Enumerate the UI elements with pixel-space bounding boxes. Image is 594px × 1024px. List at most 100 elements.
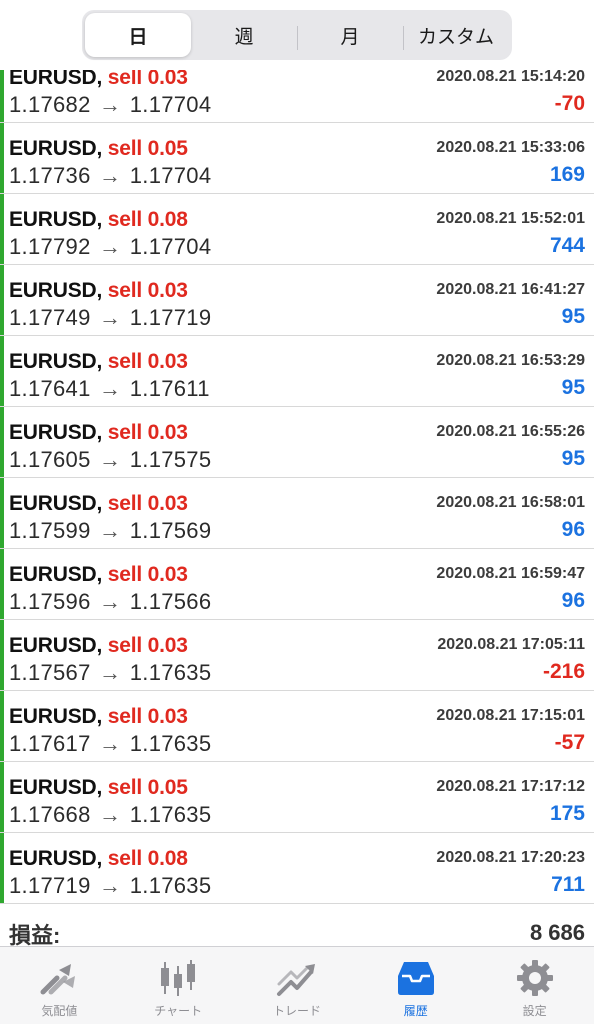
- trade-open-price: 1.17719: [9, 873, 91, 898]
- trade-symbol: EURUSD: [9, 421, 97, 444]
- trade-symbol: EURUSD: [9, 137, 97, 160]
- arrow-right-icon: →: [92, 731, 128, 756]
- trade-close-price: 1.17611: [129, 376, 210, 401]
- tab-settings-label: 設定: [522, 1004, 547, 1018]
- arrow-right-icon: →: [92, 305, 128, 330]
- trade-open-price: 1.17596: [9, 589, 91, 614]
- trade-profit: 95: [561, 447, 585, 470]
- trade-time: 2020.08.21 16:59:47: [436, 565, 585, 582]
- trade-prices: 1.17599 → 1.17569: [9, 518, 211, 544]
- trade-symbol-line: EURUSD, sell 0.03: [9, 492, 188, 516]
- trade-separator: ,: [96, 776, 108, 799]
- trade-close-price: 1.17704: [129, 163, 212, 188]
- trade-separator: ,: [96, 137, 108, 160]
- trade-action: sell 0.03: [107, 350, 188, 373]
- trade-profit: -57: [554, 731, 585, 754]
- trade-close-price: 1.17704: [129, 234, 212, 259]
- trade-separator: ,: [96, 563, 108, 586]
- trade-separator: ,: [96, 634, 108, 657]
- trade-action: sell 0.03: [107, 563, 188, 586]
- trade-symbol: EURUSD: [9, 634, 97, 657]
- period-segmented-control: 日 週 月 カスタム: [82, 10, 512, 60]
- trade-separator: ,: [96, 847, 108, 870]
- trade-row[interactable]: EURUSD, sell 0.03 2020.08.21 17:05:11 1.17…: [0, 620, 594, 691]
- trade-open-price: 1.17641: [9, 376, 91, 401]
- top-bar: 日 週 月 カスタム: [0, 0, 594, 70]
- trade-open-price: 1.17605: [9, 447, 91, 472]
- trade-action: sell 0.03: [107, 492, 188, 515]
- trade-symbol: EURUSD: [9, 776, 97, 799]
- tab-history[interactable]: 履歴: [356, 947, 475, 1024]
- tab-history-label: 履歴: [403, 1004, 428, 1018]
- trade-time: 2020.08.21 17:17:12: [436, 778, 585, 795]
- trade-prices: 1.17641 → 1.17611: [9, 376, 210, 402]
- trade-row[interactable]: EURUSD, sell 0.03 2020.08.21 16:59:47 1.17…: [0, 549, 594, 620]
- trade-open-price: 1.17749: [9, 305, 91, 330]
- trade-row[interactable]: EURUSD, sell 0.03 2020.08.21 16:58:01 1.17…: [0, 478, 594, 549]
- trade-open-price: 1.17617: [9, 731, 91, 756]
- bottom-tab-bar: 気配値 チャート トレード 履歴 設定: [0, 946, 594, 1024]
- trade-row[interactable]: EURUSD, sell 0.05 2020.08.21 17:17:12 1.17…: [0, 762, 594, 833]
- arrow-right-icon: →: [92, 660, 128, 685]
- trade-open-price: 1.17599: [9, 518, 91, 543]
- trade-prices: 1.17617 → 1.17635: [9, 731, 211, 757]
- trade-history-list: EURUSD, sell 0.03 2020.08.21 15:14:20 1.17…: [0, 52, 594, 904]
- tab-quotes[interactable]: 気配値: [0, 947, 119, 1024]
- trade-symbol: EURUSD: [9, 350, 97, 373]
- tab-chart-label: チャート: [154, 1004, 203, 1018]
- trade-row[interactable]: EURUSD, sell 0.03 2020.08.21 17:15:01 1.17…: [0, 691, 594, 762]
- arrow-right-icon: →: [92, 376, 128, 401]
- trade-prices: 1.17736 → 1.17704: [9, 163, 211, 189]
- tab-trade-label: トレード: [272, 1004, 321, 1018]
- trade-time: 2020.08.21 17:20:23: [436, 849, 585, 866]
- arrow-right-icon: →: [92, 163, 128, 188]
- trade-time: 2020.08.21 16:55:26: [436, 423, 585, 440]
- trade-separator: ,: [96, 208, 108, 231]
- tab-settings[interactable]: 設定: [475, 947, 594, 1024]
- trade-row[interactable]: EURUSD, sell 0.08 2020.08.21 15:52:01 1.17…: [0, 194, 594, 265]
- trade-symbol-line: EURUSD, sell 0.03: [9, 350, 188, 374]
- settings-icon: [516, 960, 553, 996]
- trade-action: sell 0.03: [107, 279, 188, 302]
- trade-close-price: 1.17635: [129, 731, 212, 756]
- arrow-right-icon: →: [92, 92, 128, 117]
- trade-close-price: 1.17719: [129, 305, 212, 330]
- trade-prices: 1.17605 → 1.17575: [9, 447, 211, 473]
- trade-open-price: 1.17736: [9, 163, 91, 188]
- trade-time: 2020.08.21 16:53:29: [436, 352, 585, 369]
- trade-action: sell 0.05: [107, 137, 188, 160]
- trade-close-price: 1.17569: [129, 518, 212, 543]
- trade-symbol-line: EURUSD, sell 0.05: [9, 137, 188, 161]
- trade-row[interactable]: EURUSD, sell 0.03 2020.08.21 16:41:27 1.17…: [0, 265, 594, 336]
- trade-profit: 96: [561, 518, 585, 541]
- period-tab-month[interactable]: 月: [297, 13, 403, 57]
- arrow-right-icon: →: [92, 802, 128, 827]
- trade-symbol-line: EURUSD, sell 0.08: [9, 208, 188, 232]
- trade-symbol: EURUSD: [9, 563, 97, 586]
- trade-time: 2020.08.21 15:33:06: [436, 139, 585, 156]
- trade-icon: [276, 964, 315, 996]
- trade-separator: ,: [96, 279, 108, 302]
- trade-row[interactable]: EURUSD, sell 0.08 2020.08.21 17:20:23 1.17…: [0, 833, 594, 904]
- trade-row[interactable]: EURUSD, sell 0.03 2020.08.21 16:53:29 1.17…: [0, 336, 594, 407]
- tab-chart[interactable]: チャート: [119, 947, 238, 1024]
- trade-separator: ,: [96, 421, 108, 444]
- period-tab-custom[interactable]: カスタム: [403, 13, 509, 57]
- trade-row[interactable]: EURUSD, sell 0.05 2020.08.21 15:33:06 1.17…: [0, 123, 594, 194]
- trade-open-price: 1.17792: [9, 234, 91, 259]
- trade-open-price: 1.17567: [9, 660, 91, 685]
- trade-prices: 1.17749 → 1.17719: [9, 305, 211, 331]
- period-tab-day[interactable]: 日: [85, 13, 191, 57]
- trade-close-price: 1.17635: [129, 873, 212, 898]
- period-tab-week[interactable]: 週: [191, 13, 297, 57]
- trade-row[interactable]: EURUSD, sell 0.03 2020.08.21 16:55:26 1.17…: [0, 407, 594, 478]
- trade-time: 2020.08.21 15:52:01: [436, 210, 585, 227]
- tab-trade[interactable]: トレード: [238, 947, 357, 1024]
- trade-symbol-line: EURUSD, sell 0.03: [9, 563, 188, 587]
- trade-close-price: 1.17635: [129, 802, 212, 827]
- trade-profit: -70: [554, 92, 585, 115]
- trade-prices: 1.17567 → 1.17635: [9, 660, 211, 686]
- trade-open-price: 1.17668: [9, 802, 91, 827]
- trade-open-price: 1.17682: [9, 92, 91, 117]
- trade-symbol-line: EURUSD, sell 0.03: [9, 279, 188, 303]
